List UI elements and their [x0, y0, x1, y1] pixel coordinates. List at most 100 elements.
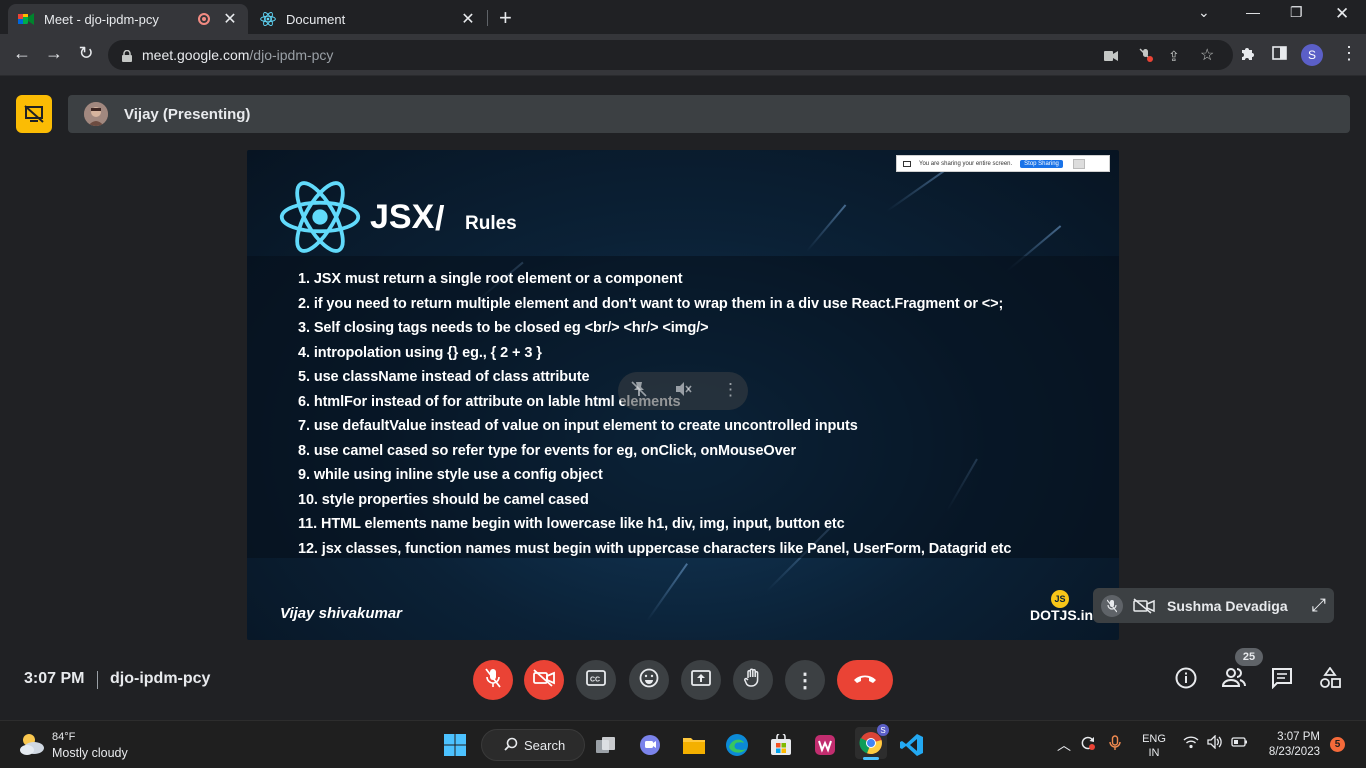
reload-icon[interactable]: ↻ — [74, 43, 98, 64]
participant-name: Sushma Devadiga — [1167, 597, 1288, 614]
presentation-badge-icon[interactable] — [16, 95, 52, 133]
bookmark-star-icon[interactable]: ☆ — [1200, 45, 1214, 65]
hide-notice-button[interactable] — [1072, 158, 1085, 169]
show-hidden-icons-icon[interactable]: ︿ — [1057, 735, 1071, 755]
tab-search-chevron-icon[interactable]: ⌄ — [1198, 4, 1210, 21]
tile-hover-controls: ⋮ — [618, 372, 748, 410]
self-view-tile[interactable]: Sushma Devadiga ⤢ — [1093, 588, 1334, 623]
windows-start-icon[interactable] — [441, 731, 469, 759]
camera-icon[interactable] — [1104, 48, 1118, 64]
list-item: 3. Self closing tags needs to be closed … — [298, 320, 709, 336]
battery-icon[interactable] — [1231, 735, 1249, 751]
task-view-icon[interactable] — [592, 731, 620, 759]
teams-chat-icon[interactable] — [636, 731, 664, 759]
emoji-icon — [639, 668, 659, 693]
people-icon[interactable] — [1221, 667, 1246, 694]
microsoft-store-icon[interactable] — [767, 731, 795, 759]
meeting-details-icon[interactable] — [1175, 667, 1197, 694]
minimize-icon[interactable]: — — [1246, 4, 1260, 20]
tab-meet[interactable]: Meet - djo-ipdm-pcy ✕ — [8, 4, 248, 34]
profile-avatar[interactable]: S — [1301, 44, 1323, 66]
edge-browser-icon[interactable] — [723, 731, 751, 759]
system-clock[interactable]: 3:07 PM 8/23/2023 — [1262, 730, 1320, 760]
taskbar-search[interactable]: Search — [481, 729, 585, 761]
sync-icon[interactable] — [1080, 735, 1096, 754]
chat-icon[interactable] — [1271, 667, 1293, 694]
slide-subtitle: Rules — [465, 213, 517, 234]
browser-toolbar: ← → ↻ meet.google.com/djo-ipdm-pcy ⇪ ☆ S… — [0, 34, 1366, 76]
dotjs-logo: JS — [1051, 590, 1069, 608]
avatar — [84, 102, 108, 126]
extensions-icon[interactable] — [1240, 46, 1255, 65]
list-item: 7. use defaultValue instead of value on … — [298, 418, 858, 434]
chrome-menu-icon[interactable]: ⋮ — [1340, 43, 1358, 64]
tab-document[interactable]: Document ✕ — [250, 4, 486, 34]
file-explorer-icon[interactable] — [680, 731, 708, 759]
lock-icon — [122, 49, 132, 62]
screen-icon — [903, 160, 911, 167]
close-tab-icon[interactable]: ✕ — [222, 9, 238, 29]
closed-captions-icon: CC — [586, 669, 606, 691]
more-options-button[interactable]: ⋮ — [785, 660, 825, 700]
react-favicon-icon — [260, 11, 276, 27]
input-language-primary: ENG — [1142, 733, 1166, 745]
share-notice-text: You are sharing your entire screen. — [919, 160, 1013, 167]
microphone-toggle-button[interactable] — [473, 660, 513, 700]
vscode-icon[interactable] — [898, 731, 926, 759]
input-language-region: IN — [1148, 747, 1160, 759]
weather-description[interactable]: Mostly cloudy — [52, 746, 128, 760]
tile-more-options-icon[interactable]: ⋮ — [722, 380, 739, 400]
url-path: /djo-ipdm-pcy — [249, 47, 334, 63]
address-bar[interactable]: meet.google.com/djo-ipdm-pcy — [108, 40, 1233, 70]
raise-hand-button[interactable] — [733, 660, 773, 700]
more-vert-icon: ⋮ — [795, 669, 815, 692]
wps-office-icon[interactable] — [811, 731, 839, 759]
new-tab-icon[interactable]: + — [499, 5, 512, 31]
meet-stage: Vijay (Presenting) You are sharing your … — [0, 77, 1366, 717]
chrome-taskbar-icon[interactable]: S — [855, 724, 889, 760]
slide-brand: DOTJS.in — [1030, 607, 1094, 623]
close-window-icon[interactable]: ✕ — [1335, 4, 1349, 24]
list-item: 1. JSX must return a single root element… — [298, 271, 683, 287]
side-panel-icon[interactable] — [1272, 46, 1287, 64]
presenter-name: Vijay (Presenting) — [124, 105, 251, 123]
search-label: Search — [524, 737, 566, 753]
screen-share-notice: You are sharing your entire screen. Stop… — [896, 155, 1110, 172]
stop-sharing-button[interactable]: Stop Sharing — [1020, 159, 1063, 168]
recording-indicator-icon — [198, 13, 210, 25]
camera-toggle-button[interactable] — [524, 660, 564, 700]
slide-slash: / — [435, 200, 445, 238]
search-icon — [504, 737, 518, 754]
captions-button[interactable]: CC — [576, 660, 616, 700]
slide-title: JSX — [370, 198, 435, 236]
unpin-icon[interactable] — [630, 380, 648, 403]
list-item: 12. jsx classes, function names must beg… — [298, 540, 1012, 557]
microphone-in-use-icon[interactable] — [1109, 735, 1121, 754]
forward-icon[interactable]: → — [42, 43, 66, 64]
google-meet-icon — [18, 11, 34, 27]
back-icon[interactable]: ← — [10, 43, 34, 64]
list-item: 4. intropolation using {} eg., { 2 + 3 } — [298, 344, 542, 361]
leave-call-button[interactable] — [837, 660, 893, 700]
close-tab-icon[interactable]: ✕ — [460, 9, 476, 29]
input-language[interactable]: ENG IN — [1141, 732, 1167, 760]
present-now-button[interactable] — [681, 660, 721, 700]
activities-icon[interactable] — [1319, 666, 1341, 694]
chrome-profile-badge: S — [877, 724, 889, 736]
list-item: 2. if you need to return multiple elemen… — [298, 295, 1004, 312]
meeting-clock: 3:07 PM — [24, 670, 85, 687]
participant-count-badge: 25 — [1235, 648, 1263, 666]
present-screen-icon — [691, 669, 711, 691]
wifi-icon[interactable] — [1183, 735, 1199, 752]
share-icon[interactable]: ⇪ — [1168, 48, 1180, 65]
volume-icon[interactable] — [1207, 734, 1223, 752]
mic-off-icon — [1101, 594, 1123, 617]
expand-icon[interactable]: ⤢ — [1312, 595, 1326, 616]
notification-count-badge[interactable]: 5 — [1330, 737, 1345, 752]
weather-cloud-icon[interactable] — [18, 731, 46, 757]
mute-audio-icon[interactable] — [674, 380, 692, 403]
mic-blocked-icon[interactable] — [1139, 48, 1153, 65]
weather-temperature[interactable]: 84°F — [52, 731, 75, 743]
reactions-button[interactable] — [629, 660, 669, 700]
restore-icon[interactable]: ❐ — [1290, 4, 1303, 21]
